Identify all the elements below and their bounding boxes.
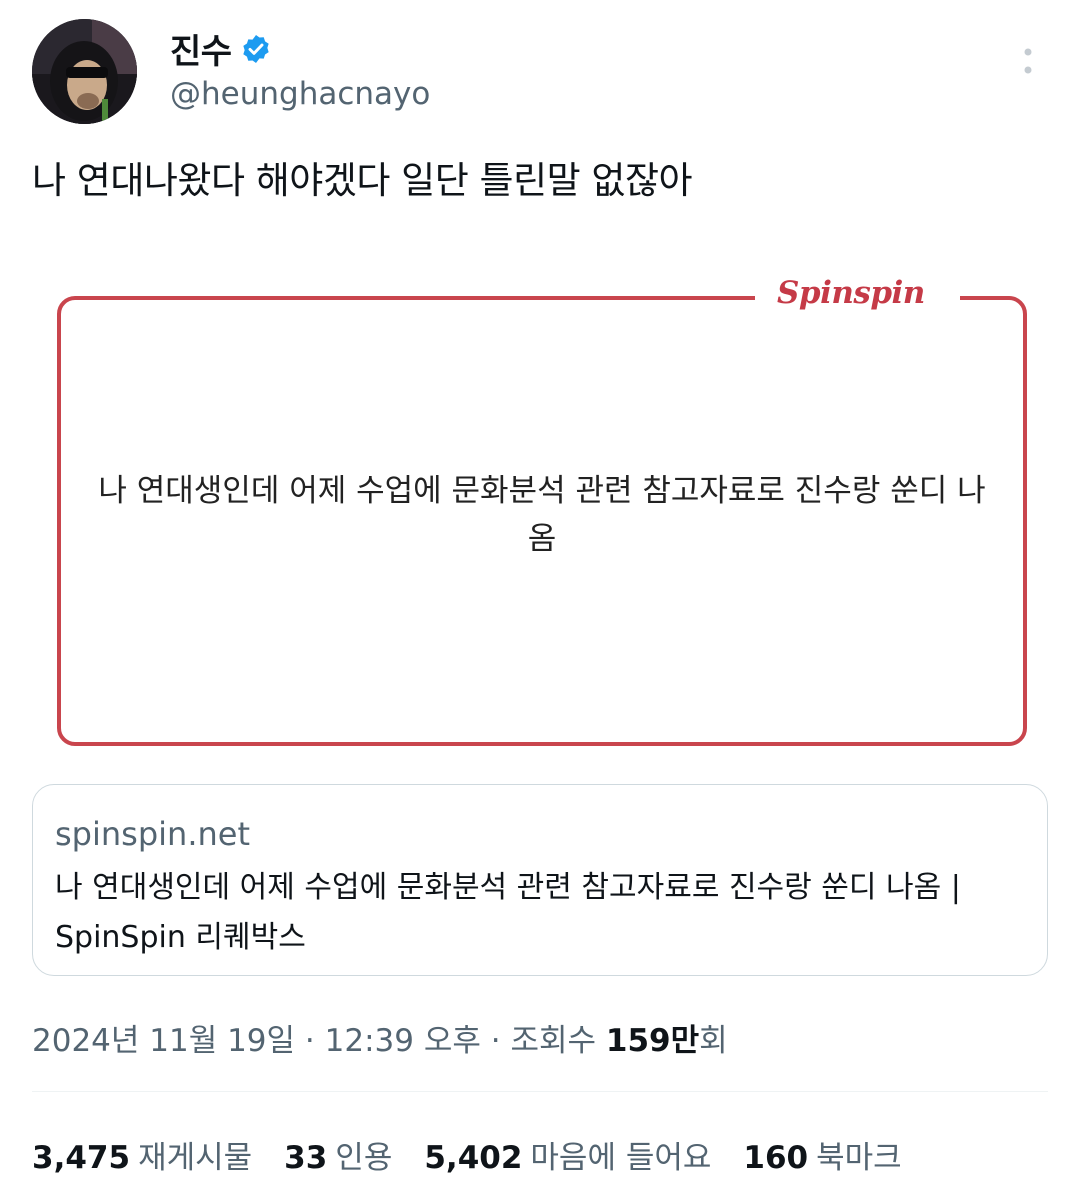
author-handle[interactable]: @heunghacnayo [170, 76, 430, 112]
link-domain[interactable]: spinspin.net [55, 815, 250, 853]
bookmarks-count: 160 [743, 1140, 809, 1176]
media-image[interactable]: Spinspin 나 연대생인데 어제 수업에 문화분석 관련 참고자료로 진수… [32, 251, 1048, 781]
meta-separator: · [490, 1023, 511, 1059]
author-name-row[interactable]: 진수 [170, 24, 272, 73]
meta-separator: · [304, 1023, 325, 1059]
more-vertical-icon[interactable] [1008, 42, 1048, 92]
avatar-image [32, 19, 137, 124]
link-card[interactable]: spinspin.net 나 연대생인데 어제 수업에 문화분석 관련 참고자료… [32, 784, 1048, 976]
quote-text: 나 연대생인데 어제 수업에 문화분석 관련 참고자료로 진수랑 쑨디 나옴 [98, 473, 986, 557]
tweet-time[interactable]: 12:39 오후 [325, 1023, 481, 1059]
bookmarks-stat[interactable]: 160 북마크 [743, 1132, 901, 1177]
reposts-count: 3,475 [32, 1140, 131, 1176]
likes-count: 5,402 [424, 1140, 523, 1176]
tweet-text: 나 연대나왔다 해야겠다 일단 틀린말 없잖아 [32, 159, 693, 202]
brand-logo: Spinspin [777, 275, 925, 311]
tweet-date[interactable]: 2024년 11월 19일 [32, 1023, 295, 1059]
views-label: 조회수 [510, 1023, 597, 1059]
likes-label: 마음에 들어요 [530, 1140, 712, 1176]
tweet-meta: 2024년 11월 19일 · 12:39 오후 · 조회수 159만회 [32, 1015, 728, 1060]
quotes-stat[interactable]: 33 인용 [284, 1132, 392, 1177]
views-suffix: 회 [699, 1023, 728, 1059]
link-title[interactable]: 나 연대생인데 어제 수업에 문화분석 관련 참고자료로 진수랑 쑨디 나옴 |… [55, 863, 1035, 963]
divider [32, 1091, 1048, 1092]
reposts-label: 재게시물 [138, 1140, 253, 1176]
bookmarks-label: 북마크 [816, 1140, 902, 1176]
tweet-header: 진수 @heunghacnayo [32, 18, 1048, 128]
views-value: 159만 [605, 1023, 700, 1059]
reposts-stat[interactable]: 3,475 재게시물 [32, 1132, 252, 1177]
quotes-label: 인용 [335, 1140, 393, 1176]
quotes-count: 33 [284, 1140, 328, 1176]
verified-badge-icon [240, 33, 272, 65]
avatar[interactable] [32, 19, 137, 124]
display-name[interactable]: 진수 [170, 24, 232, 73]
likes-stat[interactable]: 5,402 마음에 들어요 [424, 1132, 711, 1177]
tweet-stats: 3,475 재게시물 33 인용 5,402 마음에 들어요 160 북마크 [32, 1132, 934, 1177]
